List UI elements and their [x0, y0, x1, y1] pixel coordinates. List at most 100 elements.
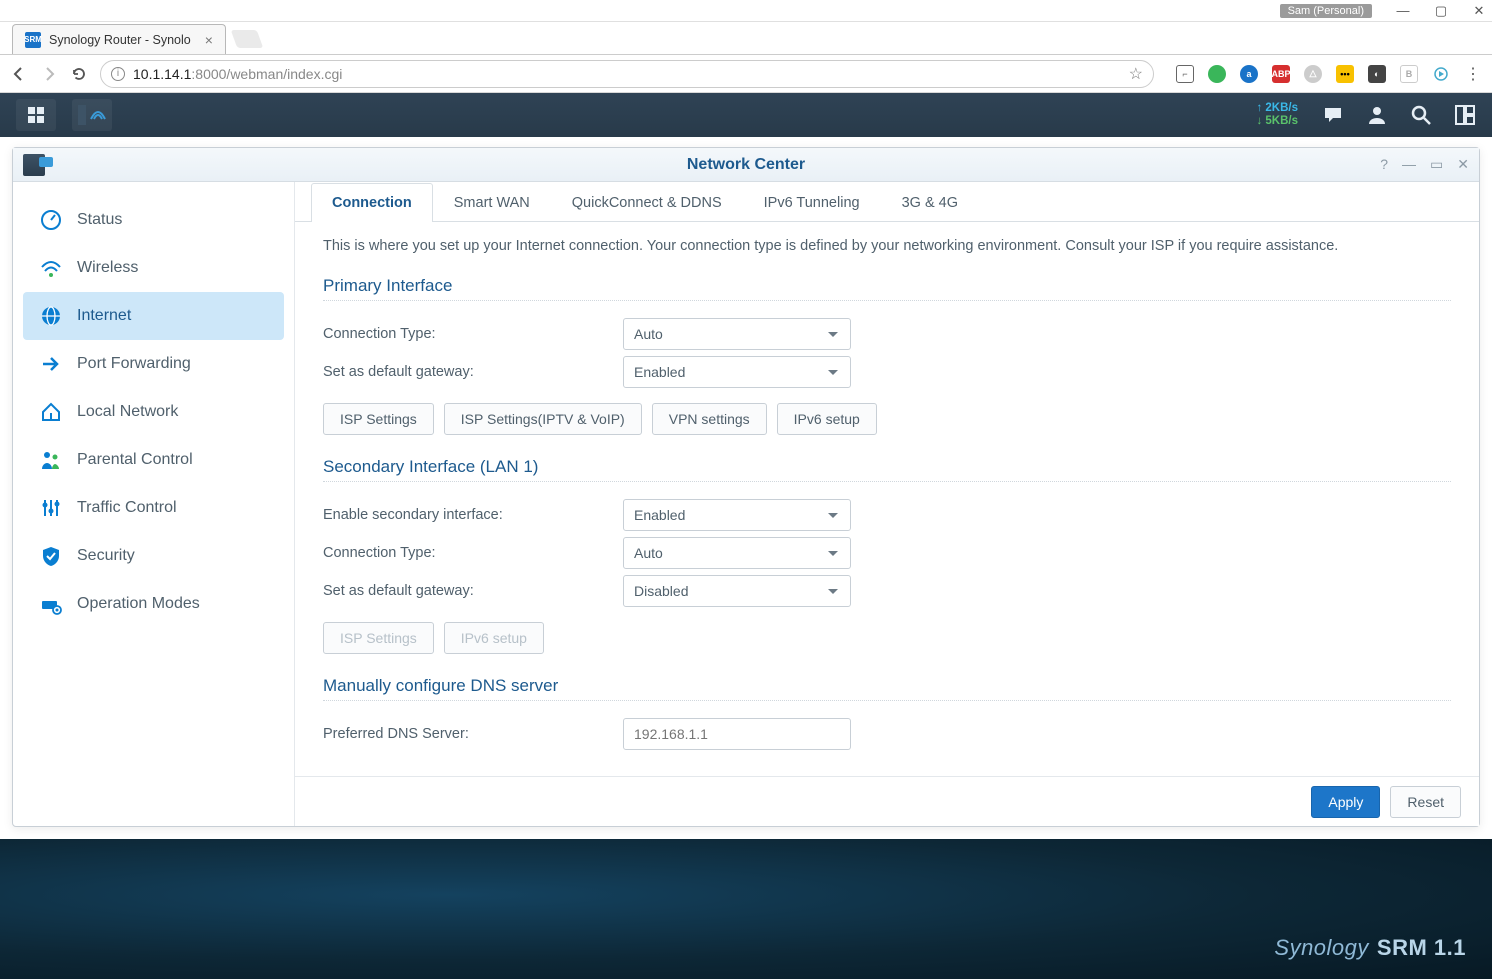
sidebar-item-label: Wireless [77, 259, 138, 277]
extension-icons: ⌐ a ABP △ ••• ◐ B ⋮ [1176, 65, 1482, 83]
sidebar-item-label: Internet [77, 307, 131, 325]
house-icon [39, 400, 63, 424]
network-speed: ↑ 2KB/s ↓ 5KB/s [1256, 102, 1298, 127]
tab-smart-wan[interactable]: Smart WAN [433, 183, 551, 222]
ext-green-icon[interactable] [1208, 65, 1226, 83]
secondary-gateway-label: Set as default gateway: [323, 583, 623, 599]
new-tab-button[interactable] [231, 30, 264, 48]
secondary-isp-settings-button: ISP Settings [323, 622, 434, 654]
maximize-button[interactable]: ▢ [1434, 4, 1448, 18]
sidebar-item-label: Local Network [77, 403, 178, 421]
isp-iptv-voip-button[interactable]: ISP Settings(IPTV & VoIP) [444, 403, 642, 435]
user-icon[interactable] [1366, 104, 1388, 126]
brand-logo: SynologySRM 1.1 [1274, 935, 1466, 961]
content-scroll[interactable]: This is where you set up your Internet c… [295, 222, 1479, 776]
favicon-icon: SRM [25, 32, 41, 48]
close-button[interactable]: ✕ [1472, 4, 1486, 18]
primary-heading: Primary Interface [323, 276, 1451, 301]
sidebar-item-label: Parental Control [77, 451, 193, 469]
ext-play-icon[interactable] [1432, 65, 1450, 83]
reload-button[interactable] [70, 65, 88, 83]
intro-text: This is where you set up your Internet c… [323, 236, 1451, 258]
sidebar-item-label: Operation Modes [77, 595, 200, 613]
window-titlebar[interactable]: Network Center ? — ▭ ✕ [13, 148, 1479, 182]
sidebar-item-label: Traffic Control [77, 499, 177, 517]
profile-badge[interactable]: Sam (Personal) [1280, 4, 1372, 18]
minimize-button[interactable]: — [1396, 4, 1410, 18]
router-gear-icon [39, 592, 63, 616]
window-close-icon[interactable]: ✕ [1457, 156, 1469, 173]
ext-b-icon[interactable]: B [1400, 65, 1418, 83]
sidebar-item-status[interactable]: Status [23, 196, 284, 244]
address-bar[interactable]: i 10.1.14.1:8000/webman/index.cgi ☆ [100, 60, 1154, 88]
url-path: :8000/webman/index.cgi [191, 66, 342, 82]
desktop-background [0, 839, 1492, 979]
ext-bulb-icon[interactable]: ◐ [1368, 65, 1386, 83]
family-icon [39, 448, 63, 472]
ext-cloud-icon[interactable]: △ [1304, 65, 1322, 83]
secondary-ipv6-setup-button: IPv6 setup [444, 622, 544, 654]
shield-icon [39, 544, 63, 568]
sidebar-item-traffic-control[interactable]: Traffic Control [23, 484, 284, 532]
cast-icon[interactable]: ⌐ [1176, 65, 1194, 83]
enable-secondary-select[interactable]: Enabled [623, 499, 851, 531]
network-center-window: Network Center ? — ▭ ✕ Status Wireless I… [12, 147, 1480, 827]
os-titlebar: Sam (Personal) — ▢ ✕ [0, 0, 1492, 22]
secondary-conn-type-label: Connection Type: [323, 545, 623, 561]
enable-secondary-label: Enable secondary interface: [323, 507, 623, 523]
search-icon[interactable] [1410, 104, 1432, 126]
close-tab-icon[interactable]: × [205, 32, 213, 48]
gauge-icon [39, 208, 63, 232]
site-info-icon[interactable]: i [111, 67, 125, 81]
help-icon[interactable]: ? [1380, 156, 1388, 173]
gateway-label: Set as default gateway: [323, 364, 623, 380]
tab-ipv6-tunneling[interactable]: IPv6 Tunneling [743, 183, 881, 222]
secondary-conn-type-select[interactable]: Auto [623, 537, 851, 569]
vpn-settings-button[interactable]: VPN settings [652, 403, 767, 435]
network-center-taskbar-icon[interactable] [72, 99, 112, 131]
forward-button[interactable] [40, 65, 58, 83]
tab-quickconnect-ddns[interactable]: QuickConnect & DDNS [551, 183, 743, 222]
back-button[interactable] [10, 65, 28, 83]
sidebar-item-operation-modes[interactable]: Operation Modes [23, 580, 284, 628]
secondary-heading: Secondary Interface (LAN 1) [323, 457, 1451, 482]
window-minimize-icon[interactable]: — [1402, 156, 1416, 173]
sidebar-item-local-network[interactable]: Local Network [23, 388, 284, 436]
content-area: Connection Smart WAN QuickConnect & DDNS… [295, 182, 1479, 826]
tab-3g-4g[interactable]: 3G & 4G [881, 183, 979, 222]
bookmark-icon[interactable]: ☆ [1129, 64, 1143, 84]
widgets-icon[interactable] [1454, 104, 1476, 126]
browser-tab[interactable]: SRM Synology Router - Synolo × [12, 24, 226, 54]
globe-icon [39, 304, 63, 328]
preferred-dns-input[interactable] [623, 718, 851, 750]
conn-type-label: Connection Type: [323, 326, 623, 342]
content-tabs: Connection Smart WAN QuickConnect & DDNS… [295, 182, 1479, 222]
arrow-icon [39, 352, 63, 376]
sidebar-item-port-forwarding[interactable]: Port Forwarding [23, 340, 284, 388]
ext-a-icon[interactable]: a [1240, 65, 1258, 83]
abp-icon[interactable]: ABP [1272, 65, 1290, 83]
sidebar-item-wireless[interactable]: Wireless [23, 244, 284, 292]
primary-conn-type-select[interactable]: Auto [623, 318, 851, 350]
sidebar-item-internet[interactable]: Internet [23, 292, 284, 340]
url-host: 10.1.14.1 [133, 66, 191, 82]
footer-bar: Apply Reset [295, 776, 1479, 826]
reset-button[interactable]: Reset [1390, 786, 1461, 818]
messages-icon[interactable] [1322, 104, 1344, 126]
isp-settings-button[interactable]: ISP Settings [323, 403, 434, 435]
ext-dots-icon[interactable]: ••• [1336, 65, 1354, 83]
ipv6-setup-button[interactable]: IPv6 setup [777, 403, 877, 435]
sidebar-item-label: Status [77, 211, 122, 229]
sidebar-item-parental-control[interactable]: Parental Control [23, 436, 284, 484]
window-maximize-icon[interactable]: ▭ [1430, 156, 1443, 173]
primary-gateway-select[interactable]: Enabled [623, 356, 851, 388]
tab-connection[interactable]: Connection [311, 183, 433, 222]
chrome-menu-icon[interactable]: ⋮ [1464, 65, 1482, 83]
sidebar: Status Wireless Internet Port Forwarding… [13, 182, 295, 826]
sidebar-item-security[interactable]: Security [23, 532, 284, 580]
apply-button[interactable]: Apply [1311, 786, 1380, 818]
secondary-gateway-select[interactable]: Disabled [623, 575, 851, 607]
srm-taskbar: ↑ 2KB/s ↓ 5KB/s [0, 93, 1492, 137]
wifi-icon [39, 256, 63, 280]
apps-button[interactable] [16, 99, 56, 131]
